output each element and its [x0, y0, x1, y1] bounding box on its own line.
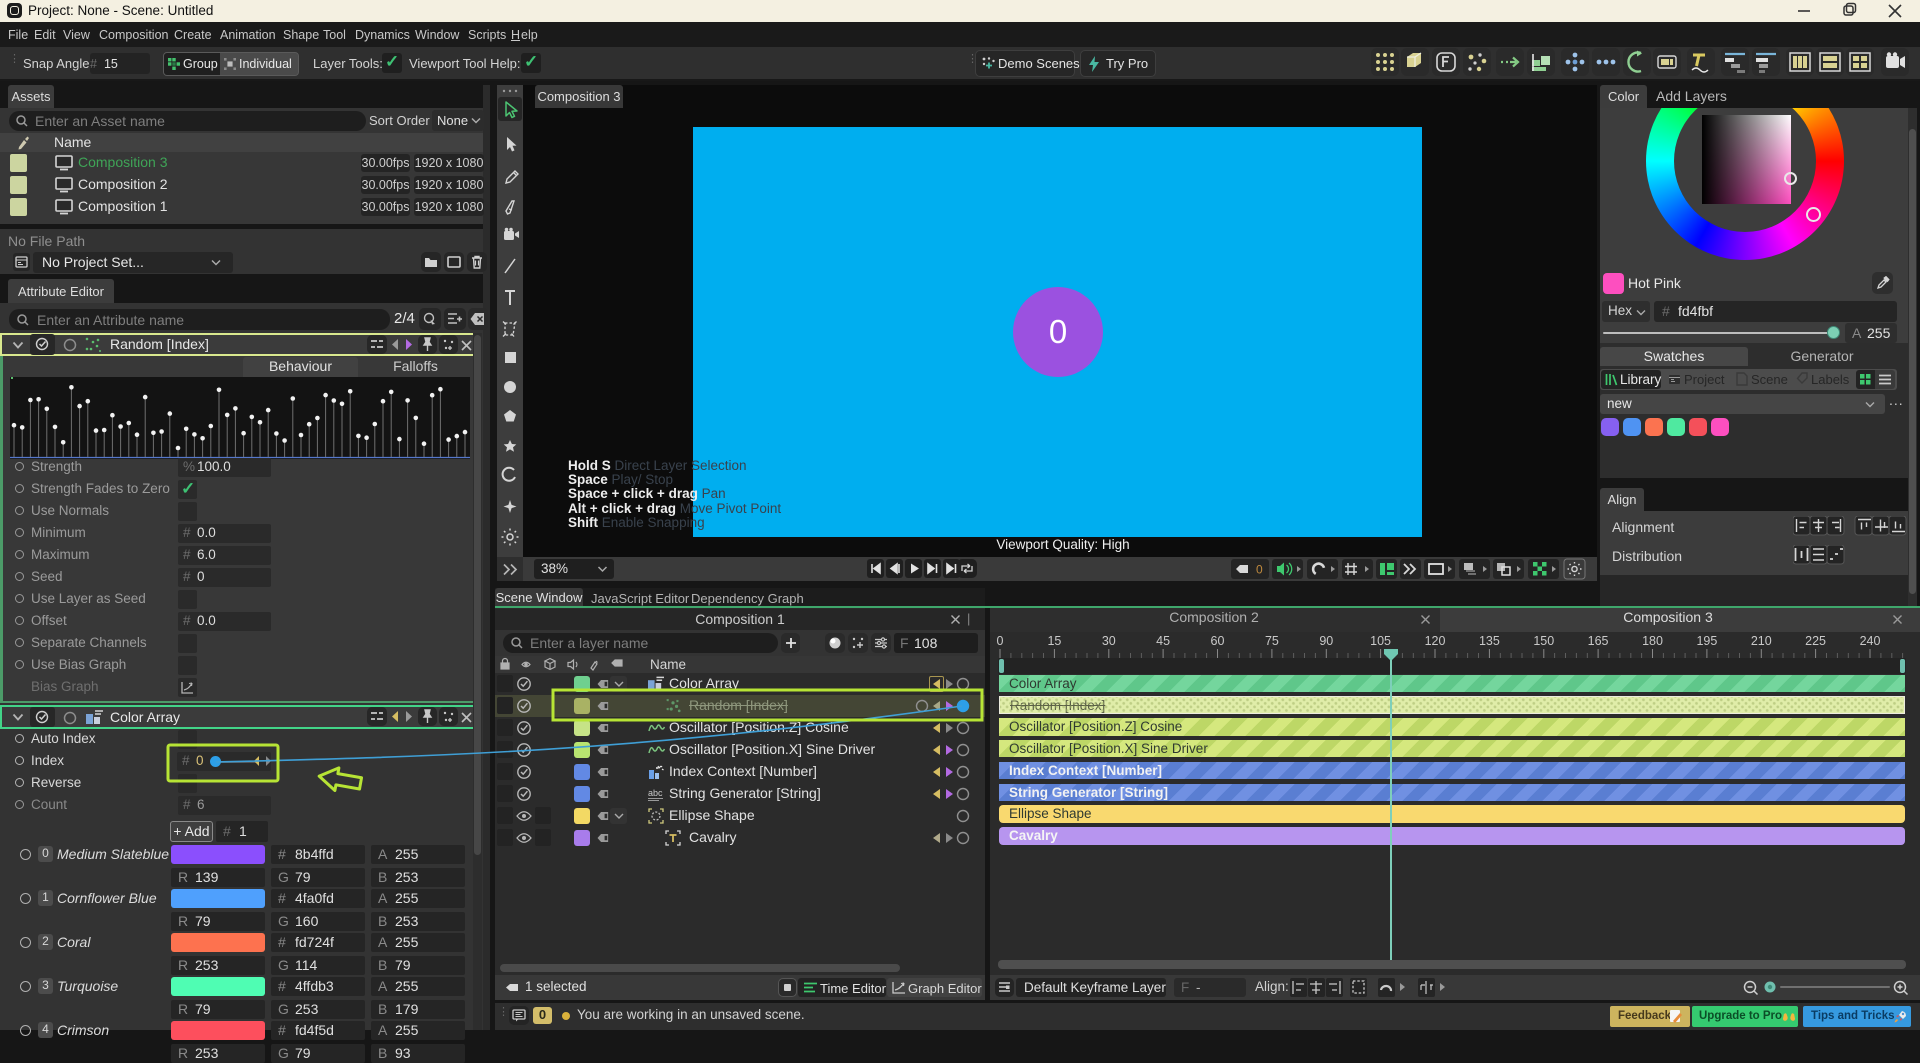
svg-text:180: 180	[1642, 634, 1663, 648]
svg-text:150: 150	[1533, 634, 1554, 648]
svg-text:90: 90	[1319, 634, 1333, 648]
svg-text:210: 210	[1751, 634, 1772, 648]
svg-text:75: 75	[1265, 634, 1279, 648]
svg-text:abc: abc	[648, 788, 663, 798]
svg-text:0: 0	[997, 634, 1004, 648]
svg-text:0: 0	[1256, 563, 1263, 577]
svg-text:60: 60	[1211, 634, 1225, 648]
svg-text:105: 105	[1370, 634, 1391, 648]
svg-text:165: 165	[1588, 634, 1609, 648]
svg-text:15: 15	[1047, 634, 1061, 648]
svg-text:120: 120	[1425, 634, 1446, 648]
svg-text:225: 225	[1805, 634, 1826, 648]
svg-text:45: 45	[1156, 634, 1170, 648]
svg-text:240: 240	[1860, 634, 1881, 648]
svg-text:135: 135	[1479, 634, 1500, 648]
svg-text:30: 30	[1102, 634, 1116, 648]
svg-text:195: 195	[1696, 634, 1717, 648]
